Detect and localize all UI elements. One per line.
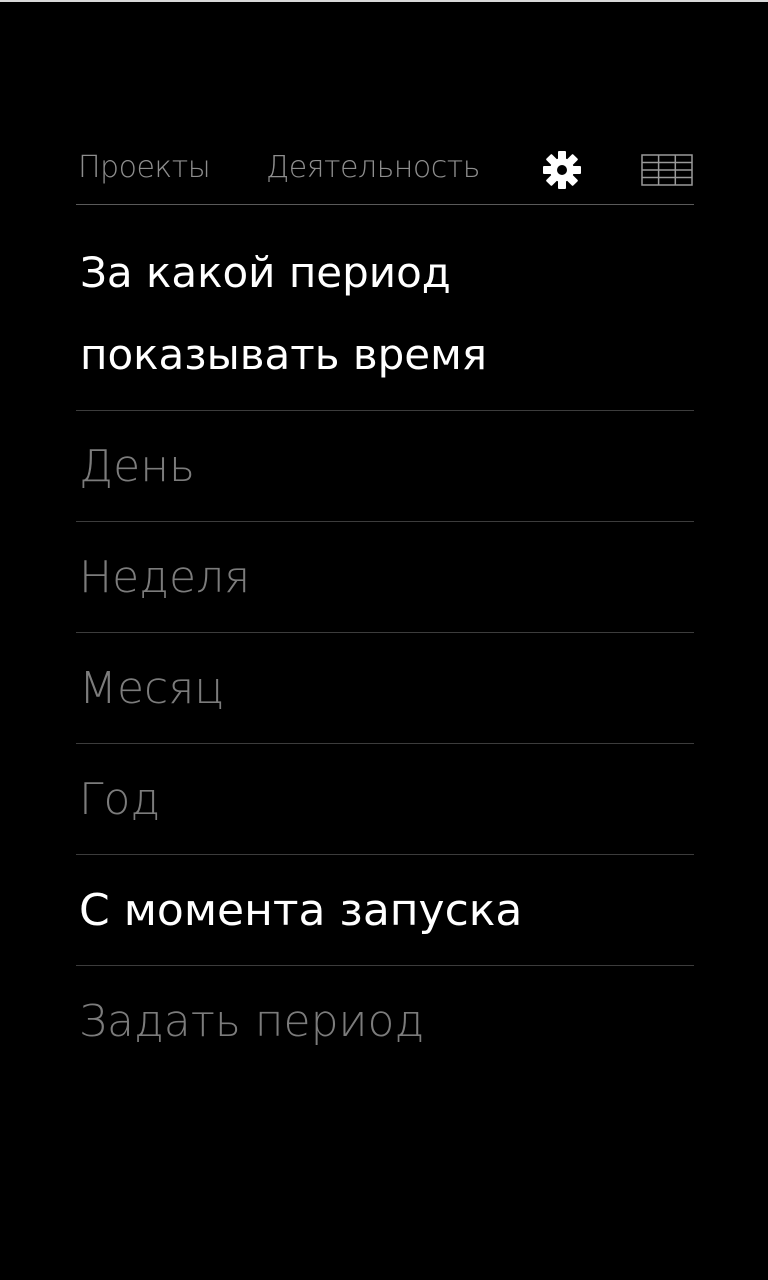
tab-projects[interactable]: Проекты — [78, 146, 211, 190]
option-year[interactable]: Год — [76, 744, 694, 855]
option-week[interactable]: Неделя — [76, 522, 694, 633]
gear-icon[interactable] — [540, 148, 584, 192]
page-title: За какой период показывать время — [80, 248, 488, 379]
grid-table-icon[interactable] — [640, 148, 694, 192]
option-month[interactable]: Месяц — [76, 633, 694, 744]
option-since-launch[interactable]: С момента запуска — [76, 855, 694, 966]
period-options-list: День Неделя Месяц Год С момента запуска … — [76, 411, 694, 1076]
window-top-edge — [0, 0, 768, 2]
option-day[interactable]: День — [76, 411, 694, 522]
top-navigation: Проекты Деятельность — [76, 140, 694, 205]
option-custom-period[interactable]: Задать период — [76, 966, 694, 1076]
tab-activity[interactable]: Деятельность — [266, 146, 480, 190]
